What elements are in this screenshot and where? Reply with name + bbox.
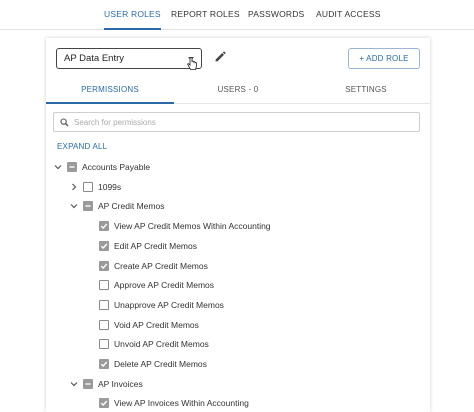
permission-label: 1099s <box>98 181 122 192</box>
tree-row: 1099s <box>46 180 426 194</box>
tab-passwords[interactable]: PASSWORDS <box>248 0 304 30</box>
permission-checkbox[interactable] <box>99 339 109 350</box>
tab-permissions[interactable]: PERMISSIONS <box>46 78 174 104</box>
tree-row: View AP Credit Memos Within Accounting <box>46 219 426 233</box>
permission-checkbox[interactable] <box>99 319 109 330</box>
role-editor-panel: AP Data Entry + ADD ROLE PERMISSIONS USE… <box>46 38 430 412</box>
sub-tab-bar: PERMISSIONS USERS - 0 SETTINGS <box>46 78 430 104</box>
permission-search-box <box>53 112 420 132</box>
minus-icon <box>69 166 75 168</box>
checkmark-icon <box>100 263 108 269</box>
tree-row: Delete AP Credit Memos <box>46 357 426 371</box>
chevron-down-icon[interactable] <box>70 380 78 388</box>
minus-icon <box>85 205 91 208</box>
tree-row: Accounts Payable <box>46 160 426 174</box>
tree-row: Unvoid AP Credit Memos <box>46 337 426 351</box>
pencil-edit-icon[interactable] <box>214 51 226 63</box>
permission-label: AP Invoices <box>98 378 143 389</box>
chevron-down-icon[interactable] <box>70 202 78 210</box>
search-icon <box>60 118 69 127</box>
role-select-dropdown[interactable]: AP Data Entry <box>56 48 202 69</box>
permission-label: Accounts Payable <box>82 162 151 172</box>
permission-label: AP Credit Memos <box>98 201 165 212</box>
tree-row: AP Credit Memos <box>46 199 426 213</box>
permission-checkbox[interactable] <box>99 299 109 310</box>
permission-label: View AP Credit Memos Within Accounting <box>114 221 271 232</box>
permission-checkbox[interactable] <box>83 181 93 192</box>
tab-report-roles[interactable]: REPORT ROLES <box>171 0 240 30</box>
permission-label: Approve AP Credit Memos <box>114 280 214 291</box>
permission-checkbox[interactable] <box>99 359 109 369</box>
hand-cursor-icon <box>187 57 197 70</box>
permission-label: Void AP Credit Memos <box>114 319 199 330</box>
permission-checkbox[interactable] <box>99 398 109 409</box>
tab-settings[interactable]: SETTINGS <box>302 78 430 104</box>
top-navigation: USER ROLES REPORT ROLES PASSWORDS AUDIT … <box>0 0 474 30</box>
checkmark-icon <box>100 243 108 249</box>
permission-label: Edit AP Credit Memos <box>114 240 197 251</box>
expand-all-link[interactable]: EXPAND ALL <box>57 142 107 151</box>
search-input[interactable] <box>72 115 412 129</box>
permission-checkbox[interactable] <box>83 378 93 389</box>
tree-row: Edit AP Credit Memos <box>46 239 426 253</box>
checkmark-icon <box>100 361 108 368</box>
add-role-button[interactable]: + ADD ROLE <box>348 48 420 69</box>
tree-row: Unapprove AP Credit Memos <box>46 298 426 312</box>
checkmark-icon <box>100 223 108 230</box>
permission-label: Unvoid AP Credit Memos <box>114 339 209 350</box>
tree-row: Void AP Credit Memos <box>46 318 426 332</box>
permission-label: Unapprove AP Credit Memos <box>114 299 224 310</box>
permission-checkbox[interactable] <box>99 240 109 251</box>
tree-row: Approve AP Credit Memos <box>46 278 426 292</box>
tree-row: Create AP Credit Memos <box>46 259 426 273</box>
role-select-value: AP Data Entry <box>64 53 125 64</box>
permission-checkbox[interactable] <box>67 162 77 172</box>
permission-label: Create AP Credit Memos <box>114 260 208 271</box>
tab-audit-access[interactable]: AUDIT ACCESS <box>316 0 381 30</box>
permission-label: Delete AP Credit Memos <box>114 359 207 369</box>
permission-checkbox[interactable] <box>83 201 93 212</box>
tree-row: AP Invoices <box>46 377 426 391</box>
permission-label: View AP Invoices Within Accounting <box>114 398 249 409</box>
tab-user-roles[interactable]: USER ROLES <box>104 0 161 30</box>
tree-row: View AP Invoices Within Accounting <box>46 396 426 410</box>
tab-users[interactable]: USERS - 0 <box>174 78 302 104</box>
chevron-down-icon[interactable] <box>54 163 62 171</box>
checkmark-icon <box>100 400 108 407</box>
permission-checkbox[interactable] <box>99 221 109 232</box>
minus-icon <box>85 382 91 385</box>
permission-checkbox[interactable] <box>99 260 109 271</box>
permission-checkbox[interactable] <box>99 280 109 291</box>
chevron-right-icon[interactable] <box>70 183 78 191</box>
